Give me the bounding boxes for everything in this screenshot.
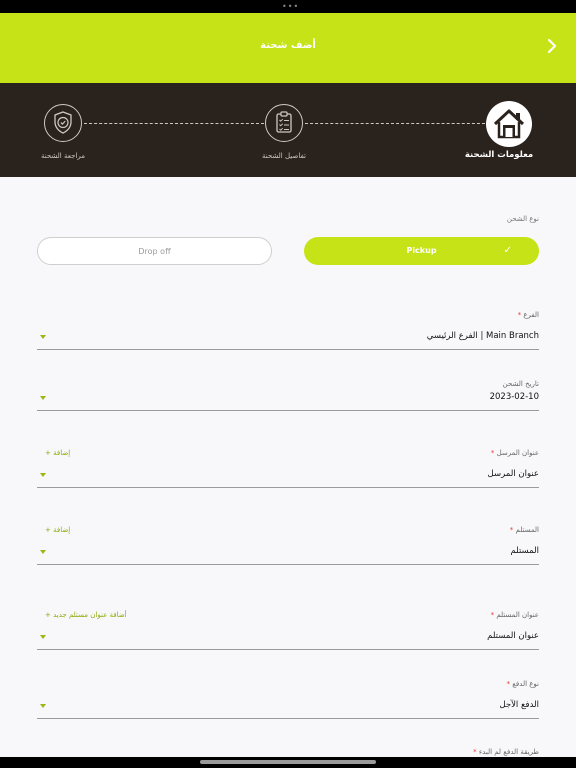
payment-type-label: * نوع الدفع [506, 680, 539, 688]
field-underline [37, 564, 539, 565]
branch-select[interactable]: * الفرع الفرع الرئيسي | Main Branch [37, 311, 539, 351]
field-underline [37, 410, 539, 411]
drop-off-button[interactable]: Drop off [37, 237, 272, 265]
payment-type-select[interactable]: * نوع الدفع الدفع الآجل [37, 680, 539, 720]
home-indicator-bar [0, 757, 576, 768]
receiver-address-value: عنوان المستلم [487, 631, 539, 641]
add-receiver-link[interactable]: + إضافة [45, 526, 70, 534]
add-receiver-address-link[interactable]: + أضافة عنوان مستلم جديد [45, 611, 127, 619]
step-connector [305, 123, 485, 124]
clipboard-checklist-icon [265, 104, 303, 142]
step-connector [84, 123, 264, 124]
pickup-label: Pickup [406, 246, 437, 255]
home-indicator[interactable] [200, 760, 376, 764]
back-chevron-icon[interactable] [540, 34, 564, 58]
drop-off-label: Drop off [138, 247, 171, 256]
dropdown-caret-icon [40, 396, 46, 400]
branch-value: الفرع الرئيسي | Main Branch [426, 331, 539, 341]
receiver-label: * المستلم [509, 526, 539, 534]
step-label: معلومات الشحنة [464, 150, 534, 160]
status-bar: ••• [0, 0, 576, 13]
payment-method-select[interactable]: * طريقة الدفع لم البدء [37, 748, 539, 757]
app-header: أضف شحنة [0, 13, 576, 83]
field-underline [37, 718, 539, 719]
payment-method-label: * طريقة الدفع لم البدء [473, 748, 539, 756]
shipping-date-value: 2023-02-10 [489, 392, 539, 402]
step-label: تفاصيل الشحنة [262, 152, 306, 160]
receiver-select[interactable]: * المستلم + إضافة المستلم [37, 526, 539, 566]
payment-type-value: الدفع الآجل [499, 700, 539, 710]
dropdown-caret-icon [40, 635, 46, 639]
house-icon [486, 101, 532, 147]
branch-label: * الفرع [517, 311, 539, 319]
field-underline [37, 649, 539, 650]
shipping-date-picker[interactable]: تاريخ الشحن 2023-02-10 [37, 380, 539, 412]
dropdown-caret-icon [40, 473, 46, 477]
sender-address-label: * عنوان المرسل [490, 449, 539, 457]
check-icon: ✓ [503, 245, 512, 256]
step-label: مراجعة الشحنة [41, 152, 85, 160]
shipping-type-label: نوع الشحن [506, 215, 539, 223]
dropdown-caret-icon [40, 704, 46, 708]
add-sender-address-link[interactable]: + إضافة [45, 449, 70, 457]
dropdown-caret-icon [40, 335, 46, 339]
multitask-dots-icon[interactable]: ••• [282, 3, 299, 11]
pickup-button[interactable]: Pickup ✓ [304, 237, 539, 265]
shipping-date-label: تاريخ الشحن [502, 380, 539, 388]
dropdown-caret-icon [40, 550, 46, 554]
receiver-address-select[interactable]: * عنوان المستلم + أضافة عنوان مستلم جديد… [37, 611, 539, 651]
receiver-value: المستلم [510, 546, 539, 556]
shield-check-icon [44, 104, 82, 142]
receiver-address-label: * عنوان المستلم [490, 611, 539, 619]
field-underline [37, 349, 539, 350]
sender-address-value: عنوان المرسل [487, 469, 539, 479]
page-title: أضف شحنة [260, 40, 316, 51]
field-underline [37, 487, 539, 488]
sender-address-select[interactable]: * عنوان المرسل + إضافة عنوان المرسل [37, 449, 539, 489]
